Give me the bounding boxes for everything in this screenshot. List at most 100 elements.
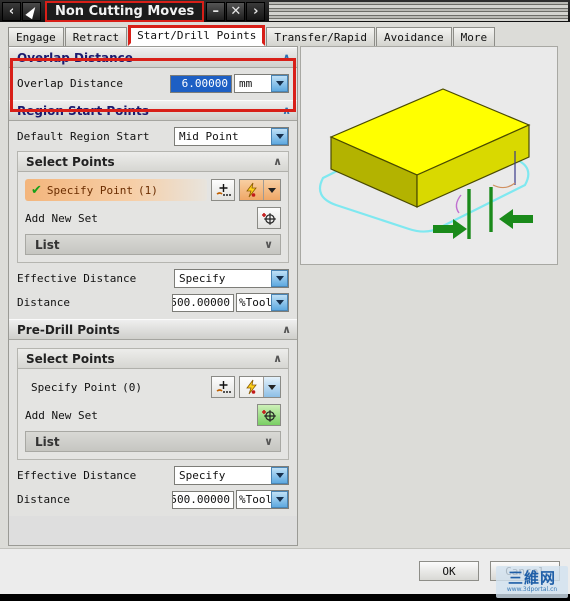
group-region-start-points: Region Start Points ∧ Default Region Sta… — [9, 100, 297, 319]
right-background-area — [300, 268, 558, 546]
window-title-highlight: Non Cutting Moves — [45, 0, 205, 22]
collapse-chevron-icon[interactable]: ∧ — [282, 323, 291, 336]
predrill-effective-distance-value: Specify — [179, 469, 226, 482]
group-overlap-distance-header[interactable]: Overlap Distance ∧ — [9, 47, 297, 68]
region-distance-unit-select[interactable]: %Tool — [236, 293, 289, 312]
default-region-start-row: Default Region Start Mid Point — [17, 127, 289, 146]
predrill-distance-unit-value: %Tool — [239, 493, 271, 506]
title-bar: ‹ Non Cutting Moves – ✕ › — [0, 0, 570, 22]
dialog-footer: OK Cancel — [0, 548, 570, 594]
region-effective-distance-value: Specify — [179, 272, 226, 285]
tab-engage[interactable]: Engage — [8, 27, 64, 46]
subgroup-predrill-select-points: Select Points ∧ Specify Point (0) Add Ne… — [17, 348, 289, 460]
group-region-start-points-title: Region Start Points — [17, 103, 149, 118]
group-overlap-distance: Overlap Distance ∧ Overlap Distance 6.00… — [9, 47, 297, 100]
add-new-set-icon[interactable] — [257, 404, 281, 426]
predrill-list-bar[interactable]: List ∨ — [25, 431, 281, 452]
default-region-start-label: Default Region Start — [17, 130, 150, 143]
point-constructor-icon[interactable] — [211, 179, 235, 201]
predrill-snap-point-group[interactable] — [239, 376, 281, 398]
chevron-down-icon[interactable] — [271, 491, 288, 508]
application-window: ‹ Non Cutting Moves – ✕ › Engage Retract… — [0, 0, 570, 601]
overlap-distance-unit-select[interactable]: mm — [234, 74, 289, 93]
overlap-distance-input[interactable]: 6.00000 — [170, 74, 232, 93]
expand-chevron-icon[interactable]: ∨ — [264, 238, 273, 251]
tab-start-drill-points[interactable]: Start/Drill Points — [128, 25, 266, 46]
region-distance-unit-value: %Tool — [239, 296, 271, 309]
chevron-down-icon[interactable] — [271, 270, 288, 287]
snap-point-icon[interactable] — [240, 180, 263, 200]
chevron-down-icon[interactable] — [263, 377, 280, 397]
tab-retract[interactable]: Retract — [64, 27, 128, 46]
region-distance-input[interactable]: 500.00000 — [172, 293, 234, 312]
chevron-down-icon[interactable] — [271, 294, 288, 311]
close-button[interactable]: ✕ — [226, 1, 246, 21]
chevron-down-icon[interactable] — [271, 128, 288, 145]
screen-bottom-edge — [0, 594, 570, 601]
expand-chevron-icon[interactable]: ∨ — [264, 435, 273, 448]
tab-more[interactable]: More — [452, 27, 496, 46]
group-pre-drill-points-body: Select Points ∧ Specify Point (0) Add Ne… — [9, 340, 297, 516]
check-icon: ✔ — [31, 182, 42, 198]
snap-point-icon[interactable] — [240, 377, 263, 397]
predrill-effective-distance-label: Effective Distance — [17, 469, 137, 482]
region-specify-point-button[interactable]: ✔ Specify Point (1) — [25, 179, 207, 201]
region-effective-distance-row: Effective Distance Specify — [17, 269, 289, 288]
predrill-add-new-set-label: Add New Set — [25, 408, 98, 422]
region-effective-distance-select[interactable]: Specify — [174, 269, 289, 288]
predrill-add-new-set-row: Add New Set — [25, 404, 281, 426]
ok-button[interactable]: OK — [419, 561, 479, 581]
group-region-start-points-body: Default Region Start Mid Point Select Po… — [9, 121, 297, 319]
group-pre-drill-points-header[interactable]: Pre-Drill Points ∧ — [9, 319, 297, 340]
predrill-specify-point-label: Specify Point — [31, 380, 118, 394]
group-pre-drill-points-title: Pre-Drill Points — [17, 322, 120, 337]
minimize-button[interactable]: – — [206, 1, 226, 21]
predrill-specify-point-row: Specify Point (0) — [25, 376, 281, 398]
collapse-chevron-icon[interactable]: ∧ — [273, 352, 282, 365]
region-snap-point-group[interactable] — [239, 179, 281, 201]
collapse-chevron-icon[interactable]: ∧ — [282, 51, 291, 64]
group-pre-drill-points: Pre-Drill Points ∧ Select Points ∧ Speci… — [9, 319, 297, 516]
region-specify-point-count: (1) — [138, 183, 158, 197]
subgroup-predrill-select-points-header[interactable]: Select Points ∧ — [18, 349, 288, 369]
tab-transfer-rapid[interactable]: Transfer/Rapid — [266, 27, 376, 46]
region-list-bar[interactable]: List ∨ — [25, 234, 281, 255]
tab-avoidance[interactable]: Avoidance — [376, 27, 452, 46]
point-constructor-icon[interactable] — [211, 376, 235, 398]
region-add-new-set-row: Add New Set — [25, 207, 281, 229]
overlap-distance-unit-value: mm — [239, 77, 253, 90]
subgroup-predrill-select-points-body: Specify Point (0) Add New Set List ∨ — [18, 369, 288, 459]
group-overlap-distance-body: Overlap Distance 6.00000 mm — [9, 68, 297, 100]
chevron-down-icon[interactable] — [271, 75, 288, 92]
chevron-down-icon[interactable] — [271, 467, 288, 484]
predrill-distance-unit-select[interactable]: %Tool — [236, 490, 289, 509]
region-specify-point-label: Specify Point — [46, 183, 133, 197]
subgroup-region-select-points: Select Points ∧ ✔ Specify Point (1) Add … — [17, 151, 289, 263]
default-region-start-value: Mid Point — [179, 130, 239, 143]
predrill-specify-point-button[interactable]: Specify Point (0) — [25, 376, 207, 398]
back-button[interactable]: ‹ — [2, 1, 21, 21]
region-distance-row: Distance 500.00000 %Tool — [17, 293, 289, 312]
predrill-effective-distance-select[interactable]: Specify — [174, 466, 289, 485]
subgroup-region-select-points-body: ✔ Specify Point (1) Add New Set List ∨ — [18, 172, 288, 262]
add-new-set-icon[interactable] — [257, 207, 281, 229]
options-panel: Overlap Distance ∧ Overlap Distance 6.00… — [8, 46, 298, 546]
subgroup-region-select-points-title: Select Points — [26, 154, 115, 169]
overlap-distance-label: Overlap Distance — [17, 77, 123, 90]
predrill-distance-input[interactable]: 500.00000 — [172, 490, 234, 509]
group-region-start-points-header[interactable]: Region Start Points ∧ — [9, 100, 297, 121]
chevron-down-icon[interactable] — [263, 180, 280, 200]
forward-button[interactable]: › — [246, 1, 266, 21]
subgroup-region-select-points-header[interactable]: Select Points ∧ — [18, 152, 288, 172]
toolpath-3d-preview — [300, 46, 558, 265]
region-add-new-set-label: Add New Set — [25, 211, 98, 225]
region-list-label: List — [35, 237, 60, 252]
title-bar-grip — [269, 1, 568, 21]
collapse-chevron-icon[interactable]: ∧ — [282, 104, 291, 117]
region-distance-label: Distance — [17, 296, 70, 309]
predrill-list-label: List — [35, 434, 60, 449]
predrill-distance-label: Distance — [17, 493, 70, 506]
default-region-start-select[interactable]: Mid Point — [174, 127, 289, 146]
cursor-arrow-icon[interactable] — [22, 1, 41, 21]
collapse-chevron-icon[interactable]: ∧ — [273, 155, 282, 168]
